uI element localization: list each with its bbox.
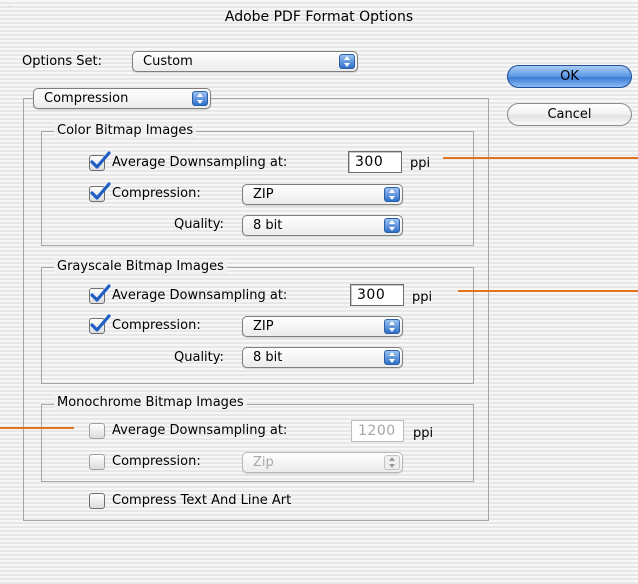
popup-arrows-icon <box>339 54 355 69</box>
panel-selector-value: Compression <box>44 91 129 106</box>
popup-arrows-icon <box>192 91 208 106</box>
gray-compression-popup[interactable]: ZIP <box>242 316 403 337</box>
window-title: Adobe PDF Format Options <box>224 9 414 25</box>
mono-downsample-label: Average Downsampling at: <box>112 423 288 438</box>
checkmark-icon <box>90 314 111 332</box>
color-compression-label: Compression: <box>112 186 201 201</box>
color-downsample-label: Average Downsampling at: <box>112 155 288 170</box>
options-set-label: Options Set: <box>22 54 103 69</box>
gray-quality-value: 8 bit <box>253 350 283 365</box>
gray-downsample-field[interactable]: 300 <box>350 284 404 306</box>
popup-arrows-icon <box>384 218 400 233</box>
gray-downsample-label: Average Downsampling at: <box>112 288 288 303</box>
color-downsample-checkbox[interactable] <box>89 151 111 171</box>
mono-ppi-unit: ppi <box>413 426 434 441</box>
mono-compression-popup[interactable]: Zip <box>242 452 403 473</box>
gray-ppi-unit: ppi <box>412 290 433 305</box>
popup-arrows-icon <box>384 350 400 365</box>
color-group-title: Color Bitmap Images <box>54 123 197 138</box>
gray-downsample-checkbox[interactable] <box>89 284 111 304</box>
mono-compression-checkbox[interactable] <box>89 454 105 470</box>
gray-quality-popup[interactable]: 8 bit <box>242 347 403 368</box>
checkmark-icon <box>90 284 111 302</box>
mono-downsample-field[interactable]: 1200 <box>351 420 404 442</box>
panel-selector-popup[interactable]: Compression <box>33 88 211 109</box>
color-compression-value: ZIP <box>253 187 274 202</box>
compress-text-label: Compress Text And Line Art <box>112 493 292 508</box>
callout-line-monochrome <box>0 427 74 429</box>
checkmark-icon <box>90 151 111 169</box>
callout-line-grayscale <box>458 290 638 292</box>
popup-arrows-icon <box>384 319 400 334</box>
color-compression-checkbox[interactable] <box>89 182 111 202</box>
popup-arrows-icon <box>384 455 400 470</box>
gray-group-title: Grayscale Bitmap Images <box>54 259 227 274</box>
checkmark-icon <box>90 182 111 200</box>
gray-compression-label: Compression: <box>112 318 201 333</box>
mono-downsample-checkbox[interactable] <box>89 423 105 439</box>
mono-compression-value: Zip <box>253 455 274 470</box>
callout-line-color <box>443 157 638 159</box>
options-set-popup[interactable]: Custom <box>132 51 358 72</box>
color-quality-value: 8 bit <box>253 218 283 233</box>
color-quality-popup[interactable]: 8 bit <box>242 215 403 236</box>
ok-button[interactable]: OK <box>507 65 632 88</box>
gray-compression-checkbox[interactable] <box>89 314 111 334</box>
popup-arrows-icon <box>384 187 400 202</box>
mono-group-title: Monochrome Bitmap Images <box>54 395 247 410</box>
compress-text-checkbox[interactable] <box>89 493 105 509</box>
mono-compression-label: Compression: <box>112 454 201 469</box>
color-compression-popup[interactable]: ZIP <box>242 184 403 205</box>
color-downsample-field[interactable]: 300 <box>348 151 402 173</box>
gray-compression-value: ZIP <box>253 319 274 334</box>
cancel-button[interactable]: Cancel <box>507 103 632 126</box>
gray-quality-label: Quality: <box>174 350 224 365</box>
options-set-value: Custom <box>143 54 193 69</box>
color-ppi-unit: ppi <box>410 156 431 171</box>
color-quality-label: Quality: <box>174 217 224 232</box>
